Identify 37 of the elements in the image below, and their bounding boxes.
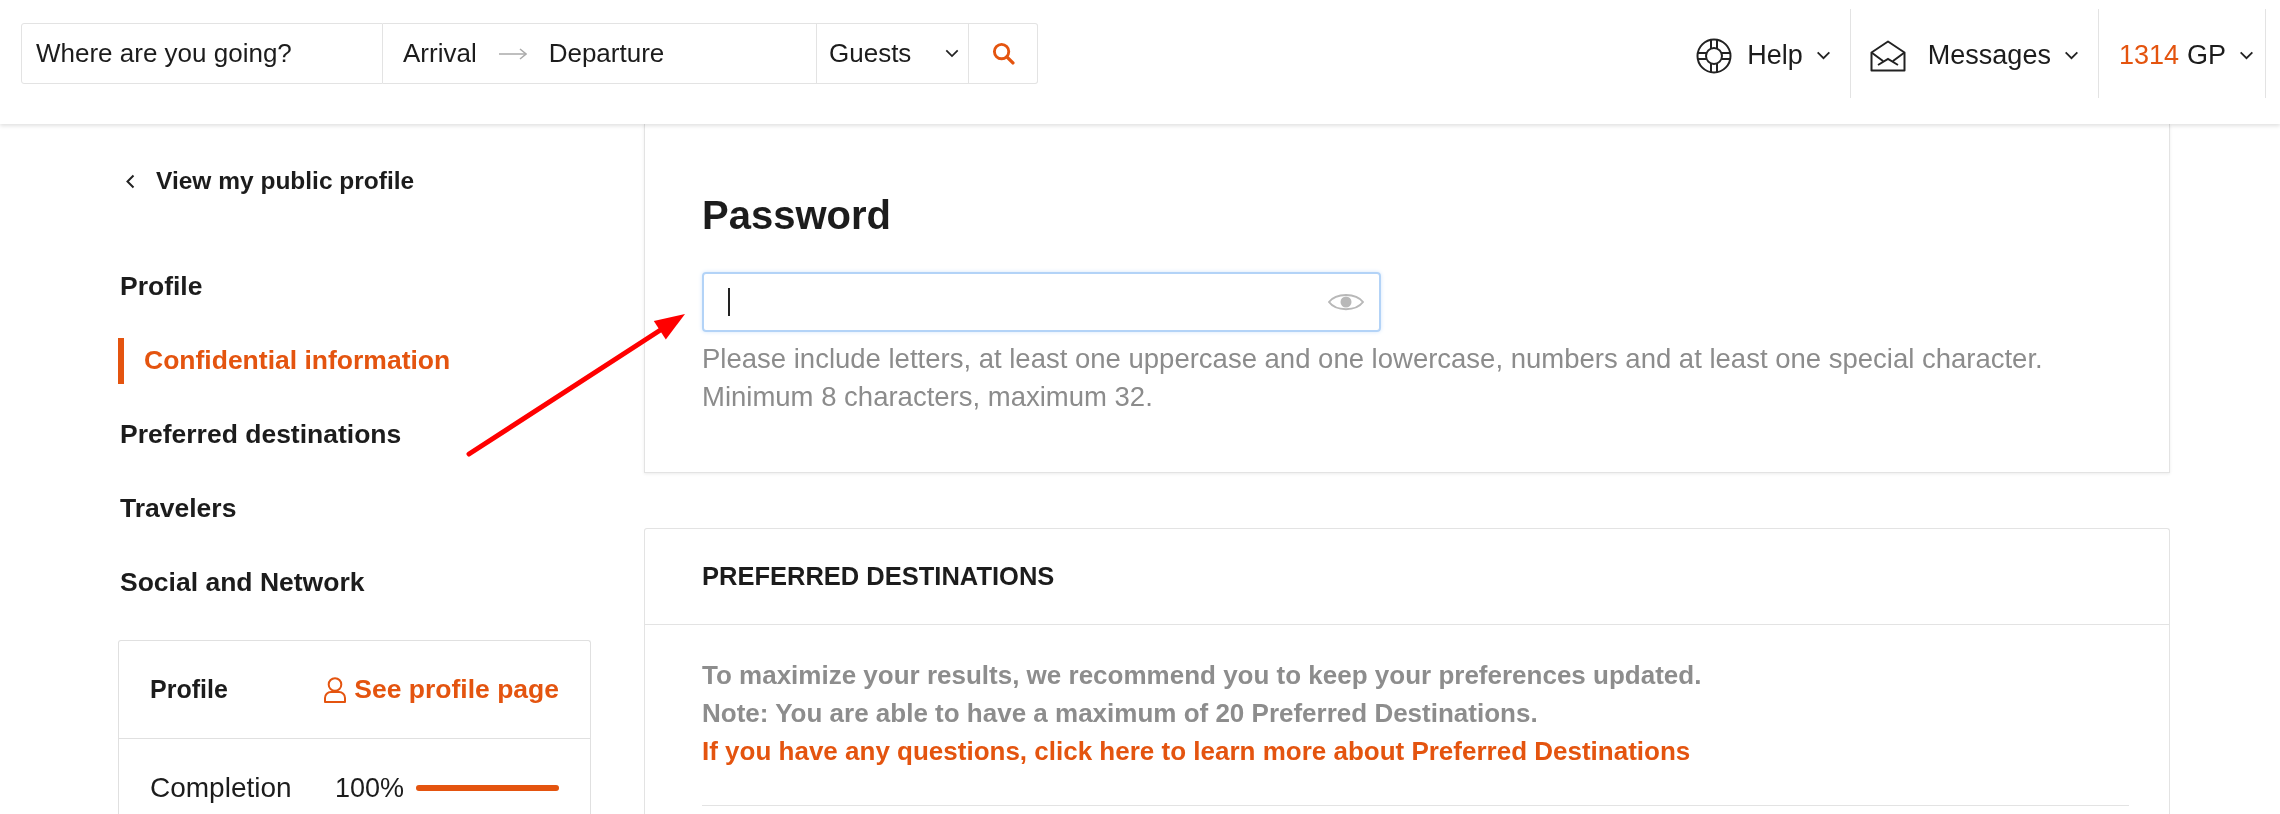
sidebar-item[interactable]: Travelers <box>118 486 237 532</box>
help-menu-button[interactable]: Help <box>1696 9 1850 98</box>
arrow-right-icon <box>498 47 527 60</box>
points-menu-button[interactable]: 1314 GP <box>2097 9 2266 98</box>
messages-menu-button[interactable]: Messages <box>1849 9 2098 98</box>
profile-link[interactable]: See profile page <box>324 669 559 710</box>
card-title: Profile <box>150 673 228 705</box>
completion-label: Completion <box>150 771 293 805</box>
section-title: Password <box>702 192 892 239</box>
completion-value: 100% <box>335 771 405 805</box>
chevron-down-icon <box>945 49 959 58</box>
sidebar-item[interactable]: Social and Network <box>118 560 365 606</box>
hint-text: Minimum 8 characters, maximum 32. <box>702 380 1154 414</box>
date-range-field[interactable]: Arrival Departure <box>383 23 817 84</box>
note-text: Note: You are able to have a maximum of 20 Preferred Destinations. <box>702 697 1539 730</box>
back-link[interactable]: View my public profile <box>118 158 415 204</box>
help-link[interactable]: If you have any questions, click here to learn more about Preferred Destinations <box>702 732 1691 770</box>
sidebar-item[interactable]: Preferred destinations <box>118 412 402 458</box>
search-icon <box>991 42 1015 65</box>
note-text: To maximize your results, we recommend you to keep your preferences updated. <box>702 659 1703 692</box>
section-title: PREFERRED DESTINATIONS <box>702 561 1055 593</box>
chevron-down-icon <box>2239 51 2254 60</box>
chevron-left-icon <box>126 173 135 189</box>
sidebar-item[interactable]: Confidential information <box>118 338 451 384</box>
chevron-down-icon <box>1815 51 1831 60</box>
hint-text: Please include letters, at least one uppercase and one lowercase, numbers and at least one special character. <box>702 342 2044 376</box>
text-cursor <box>728 288 730 316</box>
search-button[interactable] <box>969 23 1038 84</box>
sidebar-item[interactable]: Profile <box>118 264 203 310</box>
destination-field[interactable]: Where are you going? <box>21 23 383 84</box>
eye-icon[interactable] <box>1328 291 1364 313</box>
guests-select[interactable]: Guests <box>817 23 969 84</box>
chevron-down-icon <box>2063 51 2079 60</box>
lifebuoy-icon <box>1696 37 1733 74</box>
user-icon <box>324 676 347 703</box>
envelope-icon <box>1869 39 1906 72</box>
password-field[interactable] <box>702 272 1381 332</box>
